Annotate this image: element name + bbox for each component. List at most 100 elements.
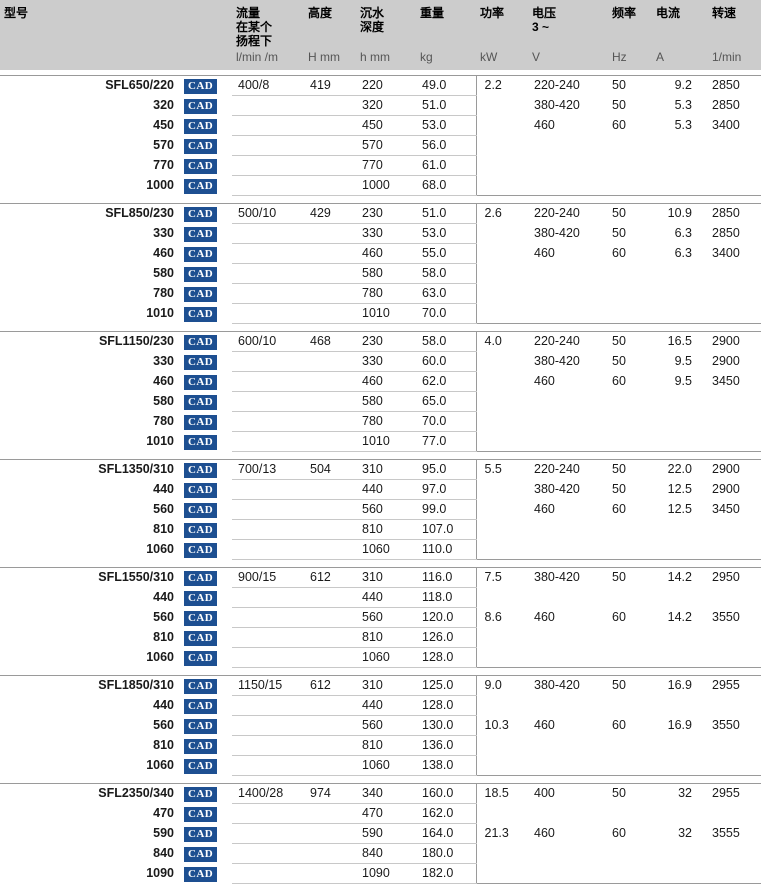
cell-model: 1010 xyxy=(0,303,182,324)
cad-download-button[interactable]: CAD xyxy=(184,287,218,302)
cell-model: 460 xyxy=(0,371,182,392)
cad-download-button[interactable]: CAD xyxy=(184,651,218,666)
cell-volt: 460 xyxy=(528,823,608,844)
cad-download-button[interactable]: CAD xyxy=(184,335,218,351)
cad-download-button[interactable]: CAD xyxy=(184,307,218,322)
cad-download-button[interactable]: CAD xyxy=(184,719,218,734)
cad-download-button[interactable]: CAD xyxy=(184,355,218,370)
cell-freq: 50 xyxy=(608,75,652,96)
cell-flow xyxy=(232,843,304,864)
cad-download-button[interactable]: CAD xyxy=(184,435,218,450)
cad-download-button[interactable]: CAD xyxy=(184,159,218,174)
cad-download-button[interactable]: CAD xyxy=(184,679,218,695)
cell-amp: 5.3 xyxy=(652,115,708,136)
cad-download-button[interactable]: CAD xyxy=(184,699,218,714)
cell-speed: 3550 xyxy=(708,607,761,628)
cell-model: 810 xyxy=(0,519,182,540)
cad-download-button[interactable]: CAD xyxy=(184,415,218,430)
cad-download-button[interactable]: CAD xyxy=(184,591,218,606)
cad-download-button[interactable]: CAD xyxy=(184,179,218,194)
cell-model: 770 xyxy=(0,155,182,176)
cell-depth: 310 xyxy=(356,675,416,696)
cad-download-button[interactable]: CAD xyxy=(184,99,218,114)
cad-download-button[interactable]: CAD xyxy=(184,611,218,626)
cad-download-button[interactable]: CAD xyxy=(184,739,218,754)
cad-download-button[interactable]: CAD xyxy=(184,631,218,646)
cell-freq xyxy=(608,647,652,668)
cell-power: 8.6 xyxy=(475,607,528,628)
table-row: SFL650/220 CAD 400/8 419 220 49.0 2.2 220-240 50… xyxy=(0,75,761,96)
cad-cell: CAD xyxy=(182,735,232,756)
cell-amp xyxy=(652,175,708,196)
cad-download-button[interactable]: CAD xyxy=(184,847,218,862)
cell-height xyxy=(304,155,356,176)
cell-speed xyxy=(708,863,761,884)
cell-power xyxy=(475,695,528,716)
table-row: 780 CAD 780 63.0 xyxy=(0,283,761,304)
cell-model: SFL1850/310 xyxy=(0,675,182,696)
cell-depth: 470 xyxy=(356,803,416,824)
table-row: 440 CAD 440 118.0 xyxy=(0,587,761,608)
cell-freq xyxy=(608,519,652,540)
cell-speed xyxy=(708,539,761,560)
cell-weight: 110.0 xyxy=(416,539,476,560)
cad-cell: CAD xyxy=(182,351,232,372)
cad-cell: CAD xyxy=(182,823,232,844)
cell-flow xyxy=(232,263,304,284)
cad-cell: CAD xyxy=(182,843,232,864)
cell-flow xyxy=(232,411,304,432)
cad-download-button[interactable]: CAD xyxy=(184,867,218,882)
cell-power: 2.6 xyxy=(475,203,528,224)
cad-download-button[interactable]: CAD xyxy=(184,139,218,154)
cell-speed xyxy=(708,803,761,824)
cell-freq xyxy=(608,539,652,560)
cell-power xyxy=(475,519,528,540)
cell-model: 450 xyxy=(0,115,182,136)
cad-download-button[interactable]: CAD xyxy=(184,79,218,95)
cell-freq: 50 xyxy=(608,479,652,500)
cell-amp xyxy=(652,519,708,540)
cad-download-button[interactable]: CAD xyxy=(184,571,218,587)
cell-speed: 3450 xyxy=(708,499,761,520)
cell-speed: 3400 xyxy=(708,115,761,136)
cad-download-button[interactable]: CAD xyxy=(184,503,218,518)
header-speed: 转速 xyxy=(708,0,761,50)
cell-depth: 590 xyxy=(356,823,416,844)
cad-download-button[interactable]: CAD xyxy=(184,787,218,803)
table-row: SFL1550/310 CAD 900/15 612 310 116.0 7.5 380-42… xyxy=(0,567,761,588)
cell-depth: 810 xyxy=(356,519,416,540)
cell-flow xyxy=(232,95,304,116)
cad-download-button[interactable]: CAD xyxy=(184,759,218,774)
cell-depth: 310 xyxy=(356,567,416,588)
cell-freq xyxy=(608,175,652,196)
cad-download-button[interactable]: CAD xyxy=(184,375,218,390)
cad-download-button[interactable]: CAD xyxy=(184,119,218,134)
cad-download-button[interactable]: CAD xyxy=(184,207,218,223)
cell-volt: 380-420 xyxy=(528,479,608,500)
cad-download-button[interactable]: CAD xyxy=(184,227,218,242)
cell-freq xyxy=(608,735,652,756)
cad-cell: CAD xyxy=(182,499,232,520)
cell-freq xyxy=(608,755,652,776)
cad-download-button[interactable]: CAD xyxy=(184,267,218,282)
cell-weight: 65.0 xyxy=(416,391,476,412)
cad-cell: CAD xyxy=(182,175,232,196)
cell-speed: 2900 xyxy=(708,459,761,480)
cad-cell: CAD xyxy=(182,391,232,412)
cad-download-button[interactable]: CAD xyxy=(184,543,218,558)
cell-flow: 1150/15 xyxy=(232,675,304,696)
cad-cell: CAD xyxy=(182,115,232,136)
table-row: 810 CAD 810 126.0 xyxy=(0,627,761,648)
cell-amp: 14.2 xyxy=(652,607,708,628)
cad-download-button[interactable]: CAD xyxy=(184,247,218,262)
header-weight: 重量 xyxy=(416,0,476,50)
cell-speed: 2955 xyxy=(708,783,761,804)
cad-download-button[interactable]: CAD xyxy=(184,807,218,822)
cad-download-button[interactable]: CAD xyxy=(184,483,218,498)
cad-download-button[interactable]: CAD xyxy=(184,523,218,538)
cell-model: 780 xyxy=(0,411,182,432)
cad-download-button[interactable]: CAD xyxy=(184,463,218,479)
cad-download-button[interactable]: CAD xyxy=(184,827,218,842)
cad-cell: CAD xyxy=(182,95,232,116)
cad-download-button[interactable]: CAD xyxy=(184,395,218,410)
